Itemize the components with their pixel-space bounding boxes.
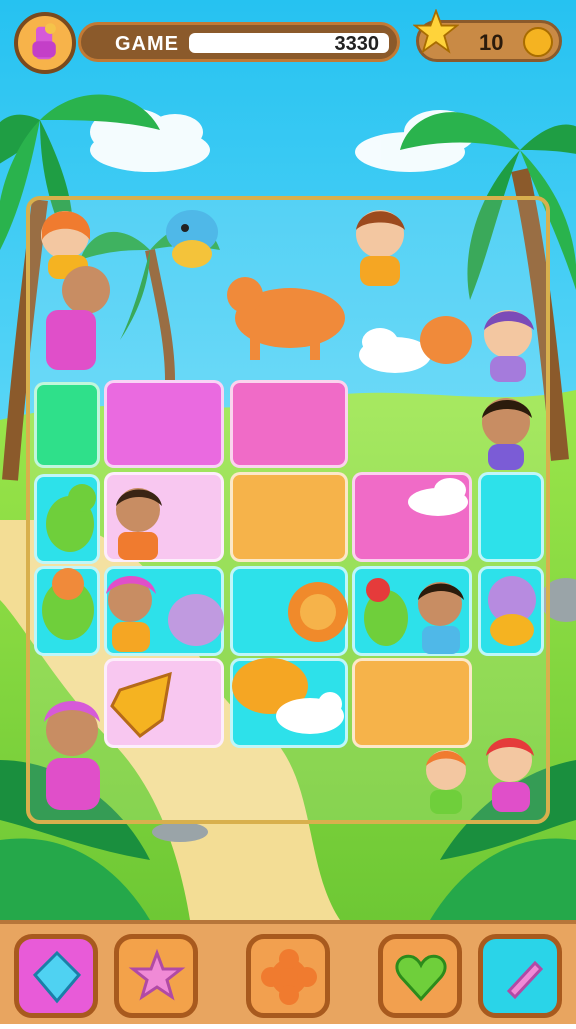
kid-waving bbox=[116, 488, 162, 560]
beaver-animal bbox=[227, 277, 345, 360]
girl-character bbox=[356, 210, 405, 286]
bird-orange bbox=[420, 316, 472, 364]
monkey-purple bbox=[488, 576, 536, 646]
lion bbox=[288, 582, 348, 642]
game-scene: GAME 3330 10 bbox=[0, 0, 576, 1024]
kid-bottom-right-1 bbox=[426, 750, 466, 814]
kid-purple bbox=[46, 266, 110, 370]
flower-icon bbox=[261, 949, 317, 1005]
crystal-powerup-button[interactable] bbox=[478, 934, 562, 1018]
crystal-icon bbox=[506, 960, 544, 1000]
flower-powerup-button[interactable] bbox=[246, 934, 330, 1018]
gem-icon bbox=[32, 950, 82, 1004]
kid-boy bbox=[418, 582, 464, 654]
kid-right-1 bbox=[484, 310, 534, 382]
powerup-bar bbox=[0, 920, 576, 1024]
kid-turban bbox=[106, 576, 156, 652]
kid-bottom-right-2 bbox=[486, 738, 534, 812]
kid-bottom-left bbox=[44, 701, 100, 810]
star-icon bbox=[128, 948, 186, 1001]
gem-powerup-button[interactable] bbox=[14, 934, 98, 1018]
green-bird bbox=[364, 578, 408, 646]
heart-icon bbox=[395, 954, 447, 1002]
bow-object bbox=[110, 671, 172, 738]
characters-layer bbox=[41, 210, 536, 814]
elephant bbox=[168, 594, 224, 646]
blue-creature bbox=[166, 210, 218, 268]
cloud-character bbox=[359, 328, 431, 373]
green-creature bbox=[42, 568, 94, 640]
star-powerup-button[interactable] bbox=[114, 934, 198, 1018]
kid-right-2 bbox=[482, 398, 532, 470]
green-dino bbox=[46, 484, 96, 552]
heart-powerup-button[interactable] bbox=[378, 934, 462, 1018]
cloud-small bbox=[408, 478, 468, 516]
